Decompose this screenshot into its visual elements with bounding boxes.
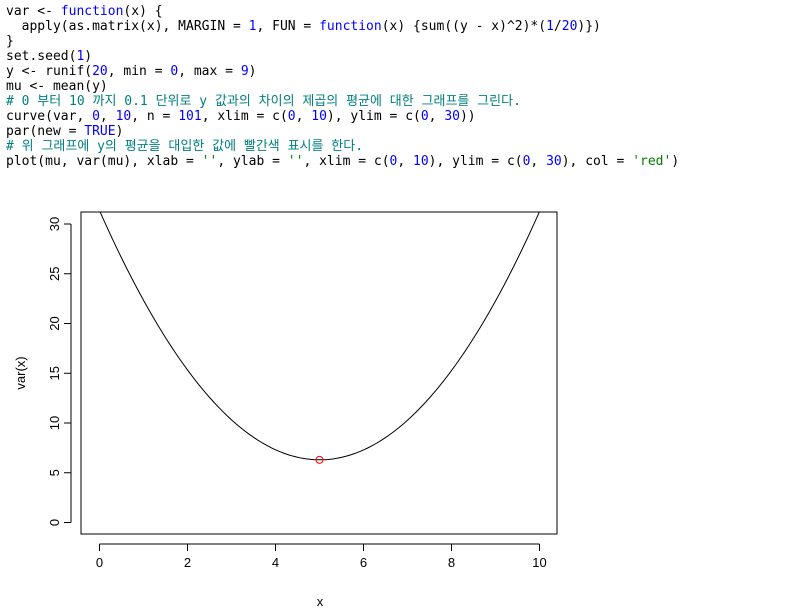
y-tick-label: 30 (47, 217, 62, 231)
y-tick-label: 10 (47, 416, 62, 430)
x-tick-label: 0 (96, 555, 103, 570)
x-tick-label: 2 (184, 555, 191, 570)
x-tick-label: 4 (272, 555, 279, 570)
y-tick-label: 15 (47, 366, 62, 380)
var-curve-plot: 0 2 4 6 8 10 0 5 10 15 20 25 30 x var(x) (13, 211, 558, 609)
x-tick-label: 6 (360, 555, 367, 570)
x-axis: 0 2 4 6 8 10 (96, 543, 547, 570)
y-axis: 0 5 10 15 20 25 30 (47, 217, 72, 526)
x-tick-label: 10 (532, 555, 546, 570)
y-tick-label: 0 (47, 519, 62, 526)
y-tick-label: 20 (47, 316, 62, 330)
y-axis-label: var(x) (13, 356, 28, 389)
plot-box (80, 211, 558, 535)
variance-curve (99, 212, 540, 461)
x-tick-label: 8 (448, 555, 455, 570)
y-tick-label: 5 (47, 469, 62, 476)
y-tick-label: 25 (47, 267, 62, 281)
x-axis-label: x (317, 594, 324, 609)
